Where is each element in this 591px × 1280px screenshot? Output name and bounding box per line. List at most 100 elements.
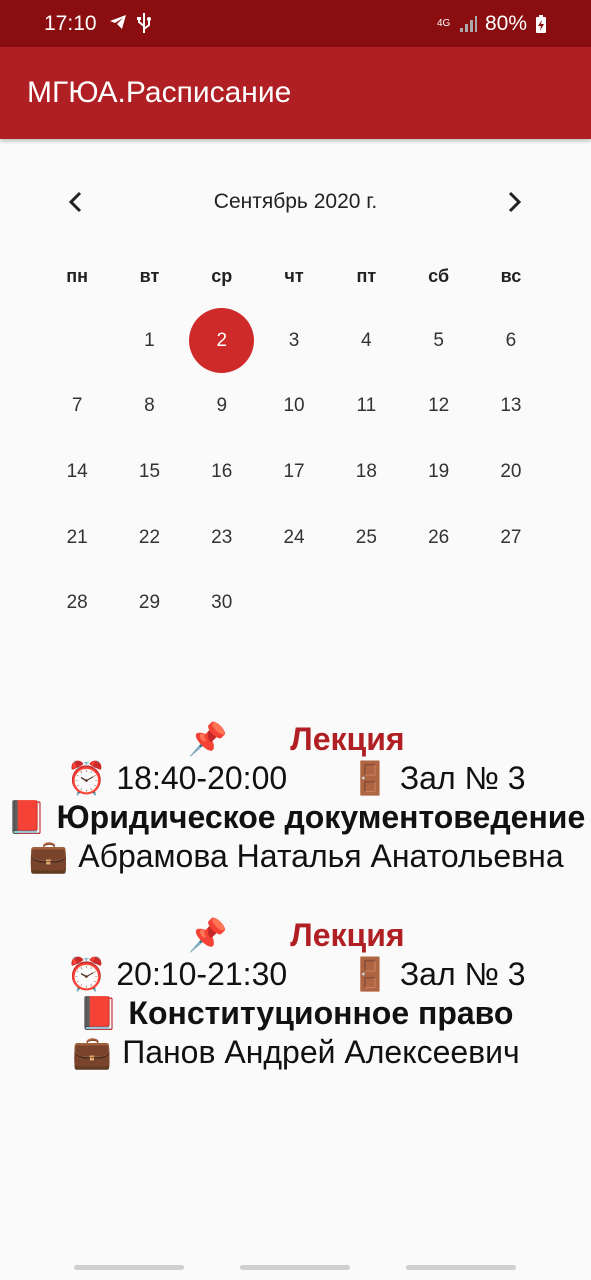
calendar-day[interactable]: 1: [113, 308, 185, 374]
calendar-day[interactable]: 25: [330, 505, 402, 571]
door-icon: 🚪: [350, 955, 390, 993]
calendar-day[interactable]: 15: [113, 439, 185, 505]
day-number: 8: [144, 395, 155, 417]
weekday-label: чт: [284, 266, 304, 286]
status-left-icons: [108, 12, 152, 34]
calendar-day[interactable]: 6: [475, 308, 547, 374]
chevron-right-icon: [508, 191, 522, 213]
battery-percent: 80%: [484, 12, 527, 35]
calendar-day[interactable]: 30: [186, 570, 258, 636]
weekday-label: пн: [66, 266, 89, 286]
calendar-day[interactable]: 20: [475, 439, 547, 505]
event-type-line: 📌 Лекция: [0, 720, 591, 759]
calendar-day[interactable]: 11: [330, 374, 402, 440]
signal-icon: [459, 16, 477, 32]
calendar-day[interactable]: 23: [186, 505, 258, 571]
calendar-day[interactable]: 8: [113, 374, 185, 440]
calendar-day[interactable]: 9: [186, 374, 258, 440]
alarm-clock-icon: ⏰: [66, 759, 107, 797]
status-right: 4G 80%: [437, 12, 547, 36]
previous-month-button[interactable]: [56, 182, 96, 222]
weekday-label: пт: [356, 266, 377, 286]
event-subject: Юридическое документоведение: [56, 799, 586, 835]
day-number: 14: [66, 460, 88, 482]
calendar-day[interactable]: 14: [41, 439, 113, 505]
nav-home-handle[interactable]: [240, 1265, 350, 1270]
calendar-day[interactable]: 24: [258, 505, 330, 571]
door-icon: 🚪: [350, 759, 390, 797]
network-type-icon: 4G: [436, 18, 451, 29]
event-subject-line: 📕 Конституционное право: [0, 994, 591, 1033]
day-number: 30: [211, 592, 233, 614]
calendar-day[interactable]: 10: [258, 374, 330, 440]
day-number: 6: [505, 329, 517, 351]
next-month-button[interactable]: [494, 182, 534, 222]
calendar-day[interactable]: 5: [402, 308, 474, 374]
book-icon: 📕: [78, 994, 119, 1032]
calendar-day[interactable]: 22: [113, 505, 185, 571]
event-teacher-line: 💼 Панов Андрей Алексеевич: [0, 1033, 591, 1072]
calendar-day[interactable]: 29: [113, 570, 185, 636]
calendar-day[interactable]: 26: [402, 505, 474, 571]
day-number: 5: [433, 329, 444, 351]
event-subject: Конституционное право: [128, 995, 514, 1031]
event-time-room-line: ⏰ 20:10-21:30 🚪 Зал № 3: [0, 955, 591, 994]
app-bar: МГЮА.Расписание: [0, 47, 591, 139]
day-number: 29: [138, 592, 161, 614]
day-number: 22: [138, 526, 161, 548]
day-number: 25: [355, 526, 377, 548]
usb-icon: [137, 13, 151, 33]
event-time-room-line: ⏰ 18:40-20:00 🚪 Зал № 3: [0, 759, 591, 798]
day-number: 21: [66, 526, 88, 548]
calendar-day[interactable]: 13: [475, 374, 547, 440]
calendar-day-selected[interactable]: 2: [186, 308, 258, 374]
briefcase-icon: 💼: [72, 1033, 113, 1071]
day-number: 26: [428, 526, 450, 548]
event-teacher-line: 💼 Абрамова Наталья Анатольевна: [0, 837, 591, 876]
nav-back-handle[interactable]: [74, 1265, 184, 1270]
event-room: Зал № 3: [399, 956, 526, 992]
event-teacher: Панов Андрей Алексеевич: [122, 1034, 520, 1070]
telegram-icon: [110, 15, 126, 29]
calendar-empty-cell: [41, 308, 113, 374]
chevron-left-icon: [68, 191, 82, 213]
calendar-header: Сентябрь 2020 г.: [0, 182, 591, 222]
calendar-day[interactable]: 7: [41, 374, 113, 440]
calendar-day[interactable]: 3: [258, 308, 330, 374]
day-number: 17: [283, 460, 305, 482]
calendar-day[interactable]: 12: [402, 374, 474, 440]
calendar-day[interactable]: 18: [330, 439, 402, 505]
event-time: 18:40-20:00: [116, 760, 288, 796]
day-number: 18: [355, 460, 377, 482]
weekday-label: вс: [500, 266, 522, 286]
briefcase-icon: 💼: [28, 837, 69, 875]
system-navigation-bar: [0, 1256, 591, 1280]
calendar-grid: 1 2 3 4 5 6 7 8 9 10 11 12 13 14 15 16 1…: [41, 308, 551, 636]
day-number: 19: [428, 460, 450, 482]
day-number: 27: [500, 526, 522, 548]
calendar-day[interactable]: 16: [186, 439, 258, 505]
day-number: 13: [500, 395, 522, 417]
event-time: 20:10-21:30: [116, 956, 288, 992]
day-number: 24: [283, 526, 305, 548]
event-teacher: Абрамова Наталья Анатольевна: [78, 838, 564, 874]
day-number: 12: [428, 395, 450, 417]
calendar-day[interactable]: 17: [258, 439, 330, 505]
day-number: 16: [211, 460, 233, 482]
calendar-day[interactable]: 27: [475, 505, 547, 571]
day-number: 20: [500, 460, 522, 482]
calendar-day[interactable]: 19: [402, 439, 474, 505]
weekday-label: вт: [139, 266, 160, 286]
status-time: 17:10: [44, 12, 97, 35]
event-type: Лекция: [290, 721, 405, 757]
weekday-label: ср: [211, 266, 233, 286]
calendar-day[interactable]: 21: [41, 505, 113, 571]
calendar-day[interactable]: 28: [41, 570, 113, 636]
calendar-day[interactable]: 4: [330, 308, 402, 374]
day-number: 10: [283, 395, 305, 417]
event-room: Зал № 3: [399, 760, 526, 796]
day-number: 23: [211, 526, 233, 548]
nav-recents-handle[interactable]: [406, 1265, 516, 1270]
event-type: Лекция: [290, 917, 405, 953]
day-number: 2: [189, 308, 255, 374]
